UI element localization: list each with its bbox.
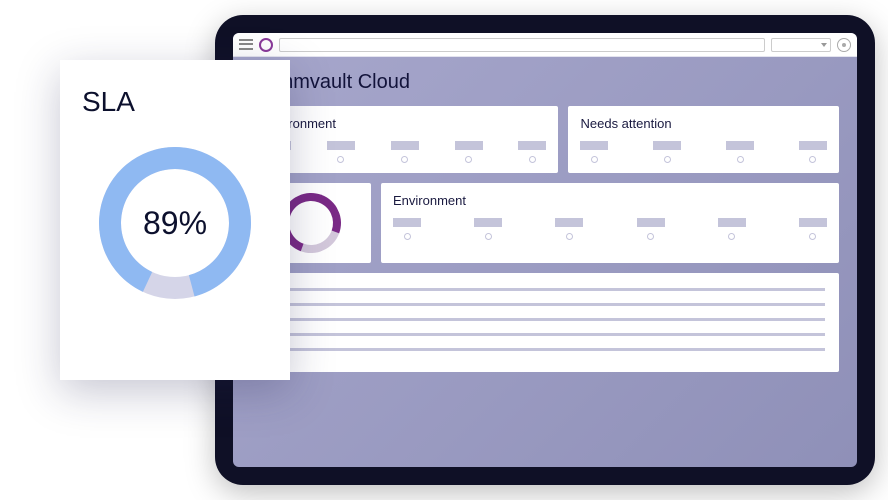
chevron-down-icon	[821, 43, 827, 47]
stat-item[interactable]	[637, 218, 665, 240]
list-item[interactable]	[265, 300, 825, 309]
card-title: Needs attention	[580, 116, 827, 131]
dashboard-content: Commvault Cloud Environment Needs attent…	[233, 57, 857, 386]
stat-item[interactable]	[580, 141, 608, 163]
stat-item[interactable]	[518, 141, 546, 163]
card-title: Environment	[393, 193, 827, 208]
placeholder-line	[282, 318, 825, 321]
context-dropdown[interactable]	[771, 38, 831, 52]
placeholder-line	[282, 348, 825, 351]
stat-item[interactable]	[455, 141, 483, 163]
stat-item[interactable]	[393, 218, 421, 240]
placeholder-line	[282, 333, 825, 336]
list-item[interactable]	[265, 285, 825, 294]
placeholder-line	[282, 288, 825, 291]
card-title: Environment	[263, 116, 546, 131]
search-input[interactable]	[279, 38, 765, 52]
user-avatar-icon[interactable]	[837, 38, 851, 52]
menu-icon[interactable]	[239, 38, 253, 52]
list-item[interactable]	[265, 330, 825, 339]
page-title: Commvault Cloud	[251, 71, 839, 94]
sla-donut-chart: 89%	[90, 138, 260, 308]
tablet-frame: Commvault Cloud Environment Needs attent…	[215, 15, 875, 485]
sla-label: SLA	[82, 86, 135, 118]
card-needs-attention[interactable]: Needs attention	[568, 106, 839, 173]
placeholder-line	[282, 303, 825, 306]
card-environment-2[interactable]: Environment	[381, 183, 839, 263]
sla-card: SLA 89%	[60, 60, 290, 380]
card-environment-1[interactable]: Environment	[251, 106, 558, 173]
stat-item[interactable]	[653, 141, 681, 163]
top-bar	[233, 33, 857, 57]
stat-item[interactable]	[555, 218, 583, 240]
brand-logo-icon[interactable]	[259, 38, 273, 52]
stat-item[interactable]	[391, 141, 419, 163]
stat-item[interactable]	[726, 141, 754, 163]
sla-value: 89%	[143, 205, 207, 242]
stat-item[interactable]	[799, 141, 827, 163]
list-item[interactable]	[265, 315, 825, 324]
list-item[interactable]	[265, 345, 825, 354]
card-list[interactable]	[251, 273, 839, 372]
stat-item[interactable]	[799, 218, 827, 240]
tablet-screen: Commvault Cloud Environment Needs attent…	[233, 33, 857, 467]
stat-item[interactable]	[718, 218, 746, 240]
stat-item[interactable]	[327, 141, 355, 163]
stat-item[interactable]	[474, 218, 502, 240]
